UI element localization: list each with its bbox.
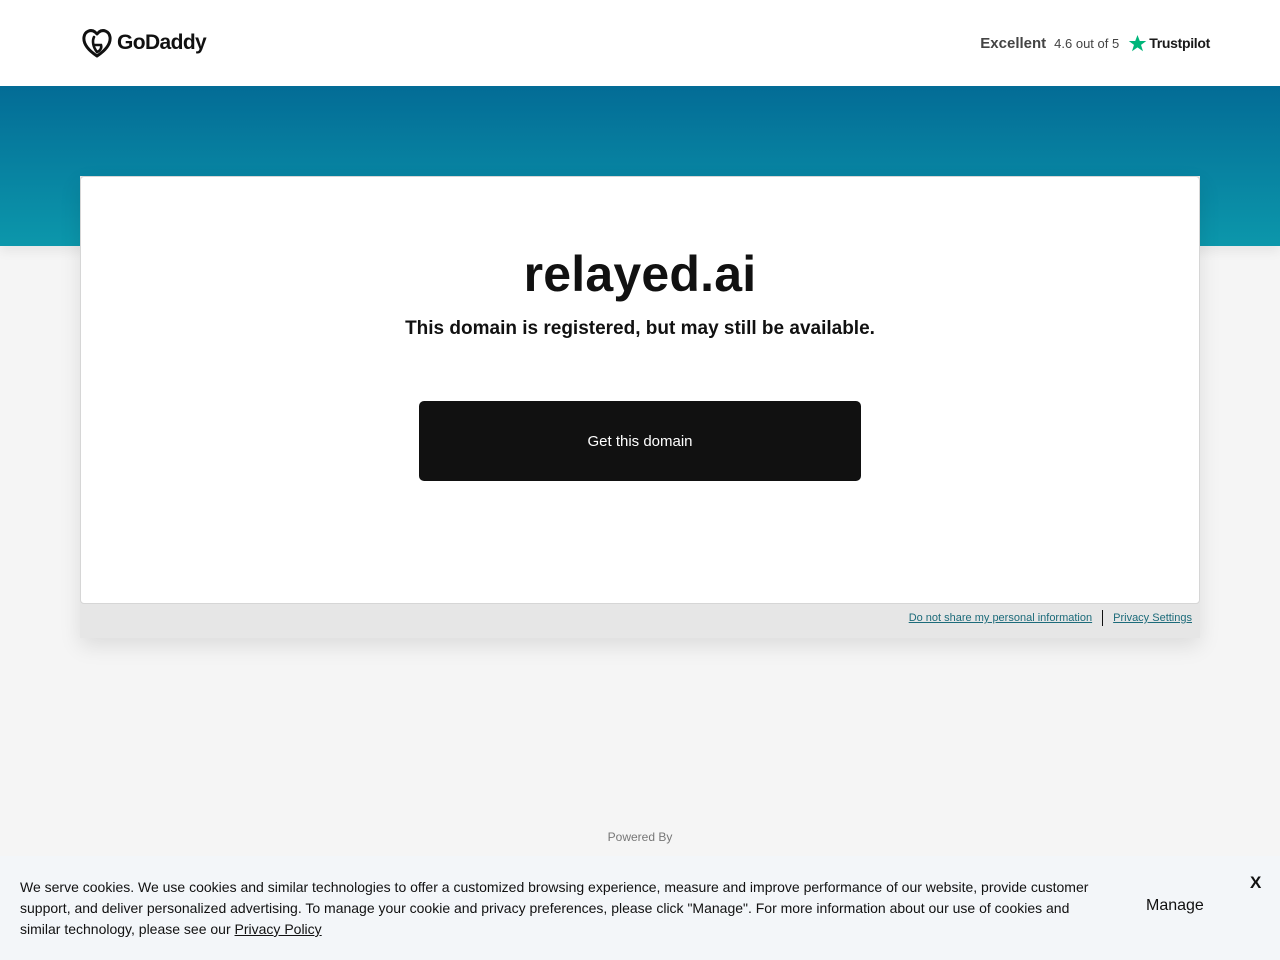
privacy-settings-link[interactable]: Privacy Settings bbox=[1113, 612, 1192, 624]
godaddy-logo-link[interactable]: GoDaddy bbox=[81, 28, 207, 58]
legal-links: Do not share my personal information Pri… bbox=[909, 610, 1192, 626]
godaddy-logo-text: GoDaddy bbox=[117, 31, 207, 54]
trustpilot-brand: Trustpilot bbox=[1149, 35, 1210, 51]
cookie-manage-button[interactable]: Manage bbox=[1146, 897, 1204, 915]
trustpilot-score: 4.6 out of 5 bbox=[1054, 35, 1120, 51]
cookie-close-button[interactable]: X bbox=[1250, 873, 1261, 893]
domain-card-container: relayed.ai This domain is registered, bu… bbox=[80, 176, 1200, 638]
site-header: GoDaddy Excellent 4.6 out of 5 Trustpilo… bbox=[0, 0, 1280, 86]
cookie-banner-text: We serve cookies. We use cookies and sim… bbox=[20, 877, 1100, 940]
domain-card: relayed.ai This domain is registered, bu… bbox=[80, 176, 1200, 604]
domain-status-text: This domain is registered, but may still… bbox=[405, 318, 875, 339]
trustpilot-rating[interactable]: Excellent 4.6 out of 5 Trustpilot bbox=[980, 34, 1210, 53]
domain-name: relayed.ai bbox=[523, 246, 757, 302]
cookie-banner: We serve cookies. We use cookies and sim… bbox=[0, 856, 1280, 960]
get-this-domain-button[interactable]: Get this domain bbox=[419, 401, 861, 481]
trustpilot-rating-word: Excellent bbox=[980, 34, 1047, 52]
cookie-banner-message: We serve cookies. We use cookies and sim… bbox=[20, 879, 1089, 937]
trustpilot-star-icon bbox=[1128, 34, 1147, 51]
powered-by-text: Powered By bbox=[607, 830, 673, 844]
legal-divider bbox=[1102, 610, 1104, 626]
do-not-share-link[interactable]: Do not share my personal information bbox=[909, 612, 1092, 624]
privacy-policy-link[interactable]: Privacy Policy bbox=[235, 921, 322, 937]
godaddy-logo-icon bbox=[82, 29, 112, 58]
